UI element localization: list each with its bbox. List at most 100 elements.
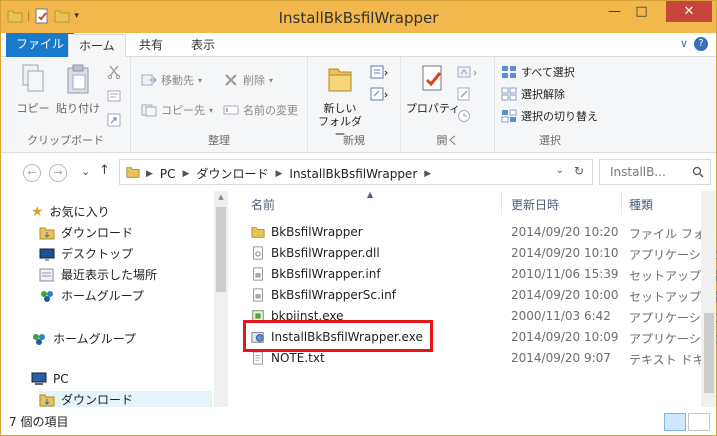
file-row[interactable]: BkBsfilWrapperSc.inf 2014/09/20 10:00 セッ… <box>245 285 717 306</box>
properties-button[interactable]: プロパティ <box>405 63 461 115</box>
scroll-up-icon[interactable]: ▲ <box>214 193 228 201</box>
refresh-icon[interactable]: ↻ <box>574 164 584 178</box>
tab-share[interactable]: 共有 <box>129 34 173 57</box>
nav-item-pc-downloads[interactable]: ダウンロード <box>39 391 212 408</box>
up-icon[interactable]: ↑ <box>99 163 110 178</box>
invert-selection-button[interactable]: 選択の切り替え <box>501 107 598 125</box>
delete-button[interactable]: 削除 ▾ <box>223 71 273 89</box>
group-open: プロパティ 開く <box>401 57 495 153</box>
nav-label: 最近表示した場所 <box>61 268 158 282</box>
inf-icon <box>253 288 263 302</box>
group-label-organize: 整理 <box>208 134 230 147</box>
nav-label: ホームグループ <box>61 289 144 303</box>
close-button[interactable]: ✕ <box>666 1 712 22</box>
file-list-scrollbar[interactable] <box>701 191 716 407</box>
column-divider[interactable] <box>621 191 622 215</box>
column-divider[interactable] <box>501 191 502 215</box>
large-icons-view-icon[interactable] <box>688 413 710 431</box>
rename-label: 名前の変更 <box>243 104 298 117</box>
nav-item-favorites[interactable]: ★ お気に入り <box>31 203 110 220</box>
ribbon-expand-icon[interactable]: ∨ <box>680 37 688 51</box>
group-new: 新しい フォルダー 新規 <box>308 57 401 153</box>
title-bar: | ▾ InstallBkBsfilWrapper — □ ✕ <box>1 1 716 33</box>
copy-to-button[interactable]: コピー先 ▾ <box>141 101 213 119</box>
copy-button[interactable]: コピー <box>15 63 51 115</box>
crumb-downloads[interactable]: ダウンロード <box>196 165 268 182</box>
copy-path-icon[interactable] <box>107 89 121 103</box>
minimize-button[interactable]: — <box>601 1 628 22</box>
nav-item-recent[interactable]: 最近表示した場所 <box>39 266 157 283</box>
forward-button[interactable]: → <box>49 164 67 182</box>
file-date: 2000/11/03 6:42 <box>511 309 611 323</box>
maximize-button[interactable]: □ <box>628 1 655 22</box>
chevron-right-icon: ▶ <box>182 168 190 179</box>
new-folder-icon <box>328 68 352 92</box>
nav-label: ダウンロード <box>61 393 134 407</box>
easy-access-icon[interactable] <box>370 87 388 101</box>
crumb-pc[interactable]: PC <box>160 167 176 181</box>
invert-selection-icon <box>501 109 517 123</box>
select-all-button[interactable]: すべて選択 <box>501 63 575 81</box>
nav-label: PC <box>53 372 69 386</box>
paste-shortcut-icon[interactable] <box>107 113 121 127</box>
nav-item-homegroup[interactable]: ホームグループ <box>31 330 136 347</box>
address-row: ← → ⌄ ↑ ▶ PC ▶ ダウンロード ▶ InstallBkBsfilWr… <box>1 153 716 191</box>
sort-ascending-icon: ▲ <box>367 190 374 199</box>
history-icon[interactable] <box>457 109 471 123</box>
group-label-clipboard: クリップボード <box>27 134 104 147</box>
rename-button[interactable]: 名前の変更 <box>223 101 298 119</box>
search-icon <box>692 166 704 178</box>
crumb-current[interactable]: InstallBkBsfilWrapper <box>289 167 417 181</box>
star-icon: ★ <box>31 203 44 220</box>
file-date: 2014/09/20 10:20 <box>511 225 619 239</box>
file-row[interactable]: BkBsfilWrapper.dll 2014/09/20 10:10 アプリケ… <box>245 243 717 264</box>
tab-home[interactable]: ホーム <box>68 34 126 57</box>
nav-item-pc[interactable]: PC <box>31 372 69 386</box>
downloads-folder-icon <box>39 394 55 406</box>
edit-icon[interactable] <box>457 87 471 101</box>
column-header-name[interactable]: 名前 <box>251 196 275 213</box>
paste-button[interactable]: 貼り付け <box>55 63 101 115</box>
help-icon[interactable]: ? <box>694 37 708 51</box>
select-all-icon <box>502 66 516 78</box>
cut-icon[interactable] <box>107 65 121 79</box>
ribbon-right-icons: ∨ ? <box>680 37 708 51</box>
search-input[interactable]: InstallB... <box>599 159 711 185</box>
copy-icon <box>22 64 44 92</box>
file-list: 名前 ▲ 更新日時 種類 BkBsfilWrapper 2014/09/20 1… <box>231 190 717 407</box>
recent-locations-icon[interactable]: ⌄ <box>81 165 90 178</box>
address-bar[interactable]: ▶ PC ▶ ダウンロード ▶ InstallBkBsfilWrapper ▶ … <box>119 159 593 185</box>
details-view-icon[interactable] <box>664 413 686 431</box>
chevron-right-icon: ▶ <box>424 168 432 179</box>
column-header-type[interactable]: 種類 <box>629 196 653 213</box>
tab-file[interactable]: ファイル <box>6 33 75 57</box>
nav-scrollbar[interactable]: ▲ <box>214 191 228 407</box>
address-dropdown-icon[interactable]: ⌄ <box>556 165 564 176</box>
search-placeholder: InstallB... <box>610 165 666 179</box>
file-name: BkBsfilWrapper.dll <box>271 246 380 260</box>
folder-icon <box>126 167 140 178</box>
select-none-button[interactable]: 選択解除 <box>501 85 565 103</box>
new-folder-button[interactable]: 新しい フォルダー <box>316 63 364 141</box>
tab-view[interactable]: 表示 <box>181 34 225 57</box>
properties-icon <box>422 65 442 91</box>
text-file-icon <box>253 351 263 365</box>
move-to-button[interactable]: 移動先 ▾ <box>141 71 202 89</box>
delete-label: 削除 <box>243 74 265 87</box>
scroll-thumb[interactable] <box>704 313 714 393</box>
file-row[interactable]: BkBsfilWrapper.inf 2010/11/06 15:39 セットア… <box>245 264 717 285</box>
scroll-thumb[interactable] <box>216 207 226 292</box>
back-button[interactable]: ← <box>23 164 41 182</box>
nav-label: デスクトップ <box>61 247 134 261</box>
open-icon[interactable] <box>457 65 479 79</box>
new-item-icon[interactable] <box>370 65 388 79</box>
rename-icon <box>223 105 239 115</box>
nav-item-downloads[interactable]: ダウンロード <box>39 224 133 241</box>
dll-icon <box>253 246 263 260</box>
file-row[interactable]: BkBsfilWrapper 2014/09/20 10:20 ファイル フォル… <box>245 222 717 243</box>
nav-item-homegroup-fav[interactable]: ホームグループ <box>39 287 144 304</box>
homegroup-icon <box>41 290 53 302</box>
column-header-date[interactable]: 更新日時 <box>511 196 559 213</box>
nav-item-desktop[interactable]: デスクトップ <box>39 245 133 262</box>
ribbon-tabs: ファイル ホーム 共有 表示 ∨ ? <box>1 33 716 57</box>
